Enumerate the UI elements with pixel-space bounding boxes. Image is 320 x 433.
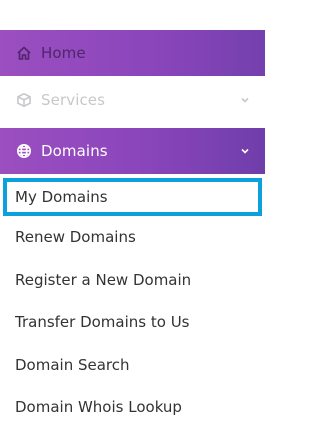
submenu-item-register-domain[interactable]: Register a New Domain	[0, 259, 265, 302]
submenu-item-label: Domain Whois Lookup	[15, 398, 182, 417]
submenu-item-my-domains[interactable]: My Domains	[3, 178, 262, 216]
submenu-item-transfer-domains[interactable]: Transfer Domains to Us	[0, 301, 265, 344]
sidebar-item-label: Services	[41, 91, 106, 109]
submenu-item-label: Renew Domains	[15, 228, 136, 247]
sidebar-item-label: Home	[41, 44, 86, 62]
sidebar-item-domains[interactable]: Domains	[0, 128, 265, 174]
submenu-item-whois-lookup[interactable]: Domain Whois Lookup	[0, 386, 265, 429]
submenu-item-domain-search[interactable]: Domain Search	[0, 344, 265, 387]
submenu-item-label: Transfer Domains to Us	[15, 313, 190, 332]
sidebar-item-services[interactable]: Services	[0, 77, 265, 123]
home-icon	[15, 44, 33, 62]
chevron-down-icon[interactable]	[239, 145, 251, 157]
sidebar-item-home[interactable]: Home	[0, 30, 265, 76]
submenu-item-label: Domain Search	[15, 355, 130, 374]
sidebar-item-label: Domains	[41, 142, 108, 160]
box-icon	[15, 91, 33, 109]
chevron-down-icon[interactable]	[239, 94, 251, 106]
domains-submenu: My Domains Renew Domains Register a New …	[0, 174, 265, 429]
submenu-item-label: My Domains	[15, 188, 108, 206]
sidebar: Home Services Domains My Domains Renew D…	[0, 0, 265, 433]
submenu-item-label: Register a New Domain	[15, 270, 192, 289]
globe-icon	[15, 142, 33, 160]
submenu-item-renew-domains[interactable]: Renew Domains	[0, 216, 265, 259]
